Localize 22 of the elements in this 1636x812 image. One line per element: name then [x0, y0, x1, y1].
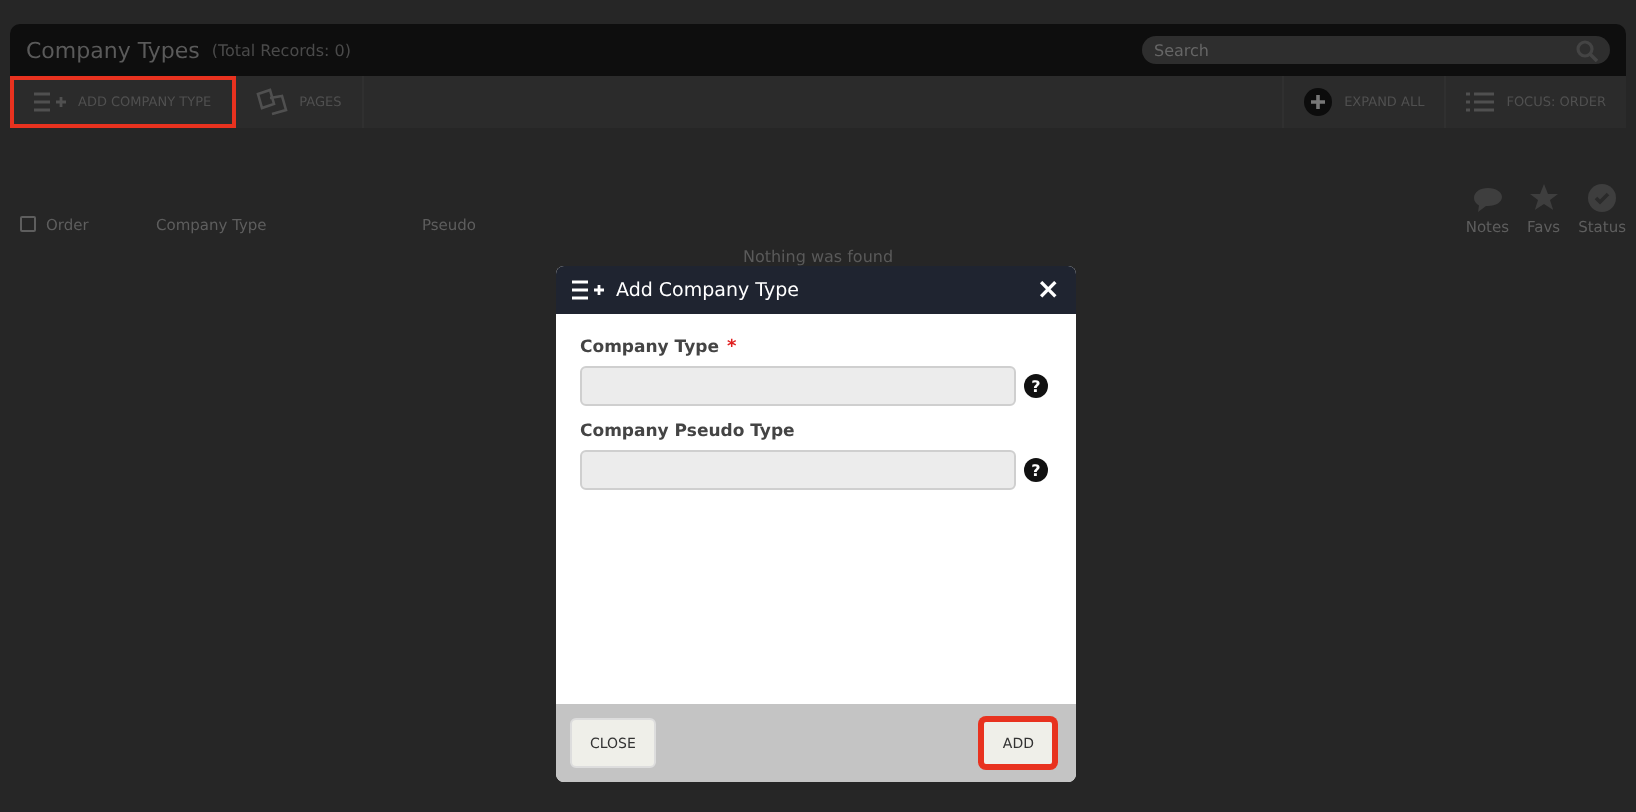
search-icon	[1576, 39, 1598, 61]
help-icon[interactable]: ?	[1024, 458, 1048, 482]
field-label: Company Type	[580, 338, 719, 358]
list-add-icon	[34, 92, 66, 112]
dialog-title: Add Company Type	[616, 279, 799, 301]
plus-circle-icon	[1304, 88, 1333, 116]
input-field[interactable]	[580, 450, 1016, 490]
star-icon	[1529, 184, 1558, 212]
list-add-icon	[572, 280, 604, 300]
list-icon	[1466, 92, 1495, 112]
input-field[interactable]	[580, 366, 1016, 406]
checkbox[interactable]	[20, 216, 36, 232]
required-marker: *	[727, 338, 737, 358]
field-label: Company Pseudo Type	[580, 422, 795, 442]
help-icon[interactable]: ?	[1024, 374, 1048, 398]
record-count: (Total Records: 0)	[211, 41, 351, 59]
pages-icon	[255, 88, 288, 116]
check-circle-icon	[1588, 184, 1617, 212]
speech-bubble-icon	[1473, 188, 1502, 212]
search-field[interactable]: Search	[1142, 36, 1610, 64]
search-input[interactable]: Search	[1154, 41, 1576, 59]
page-title: Company Types	[26, 37, 200, 63]
